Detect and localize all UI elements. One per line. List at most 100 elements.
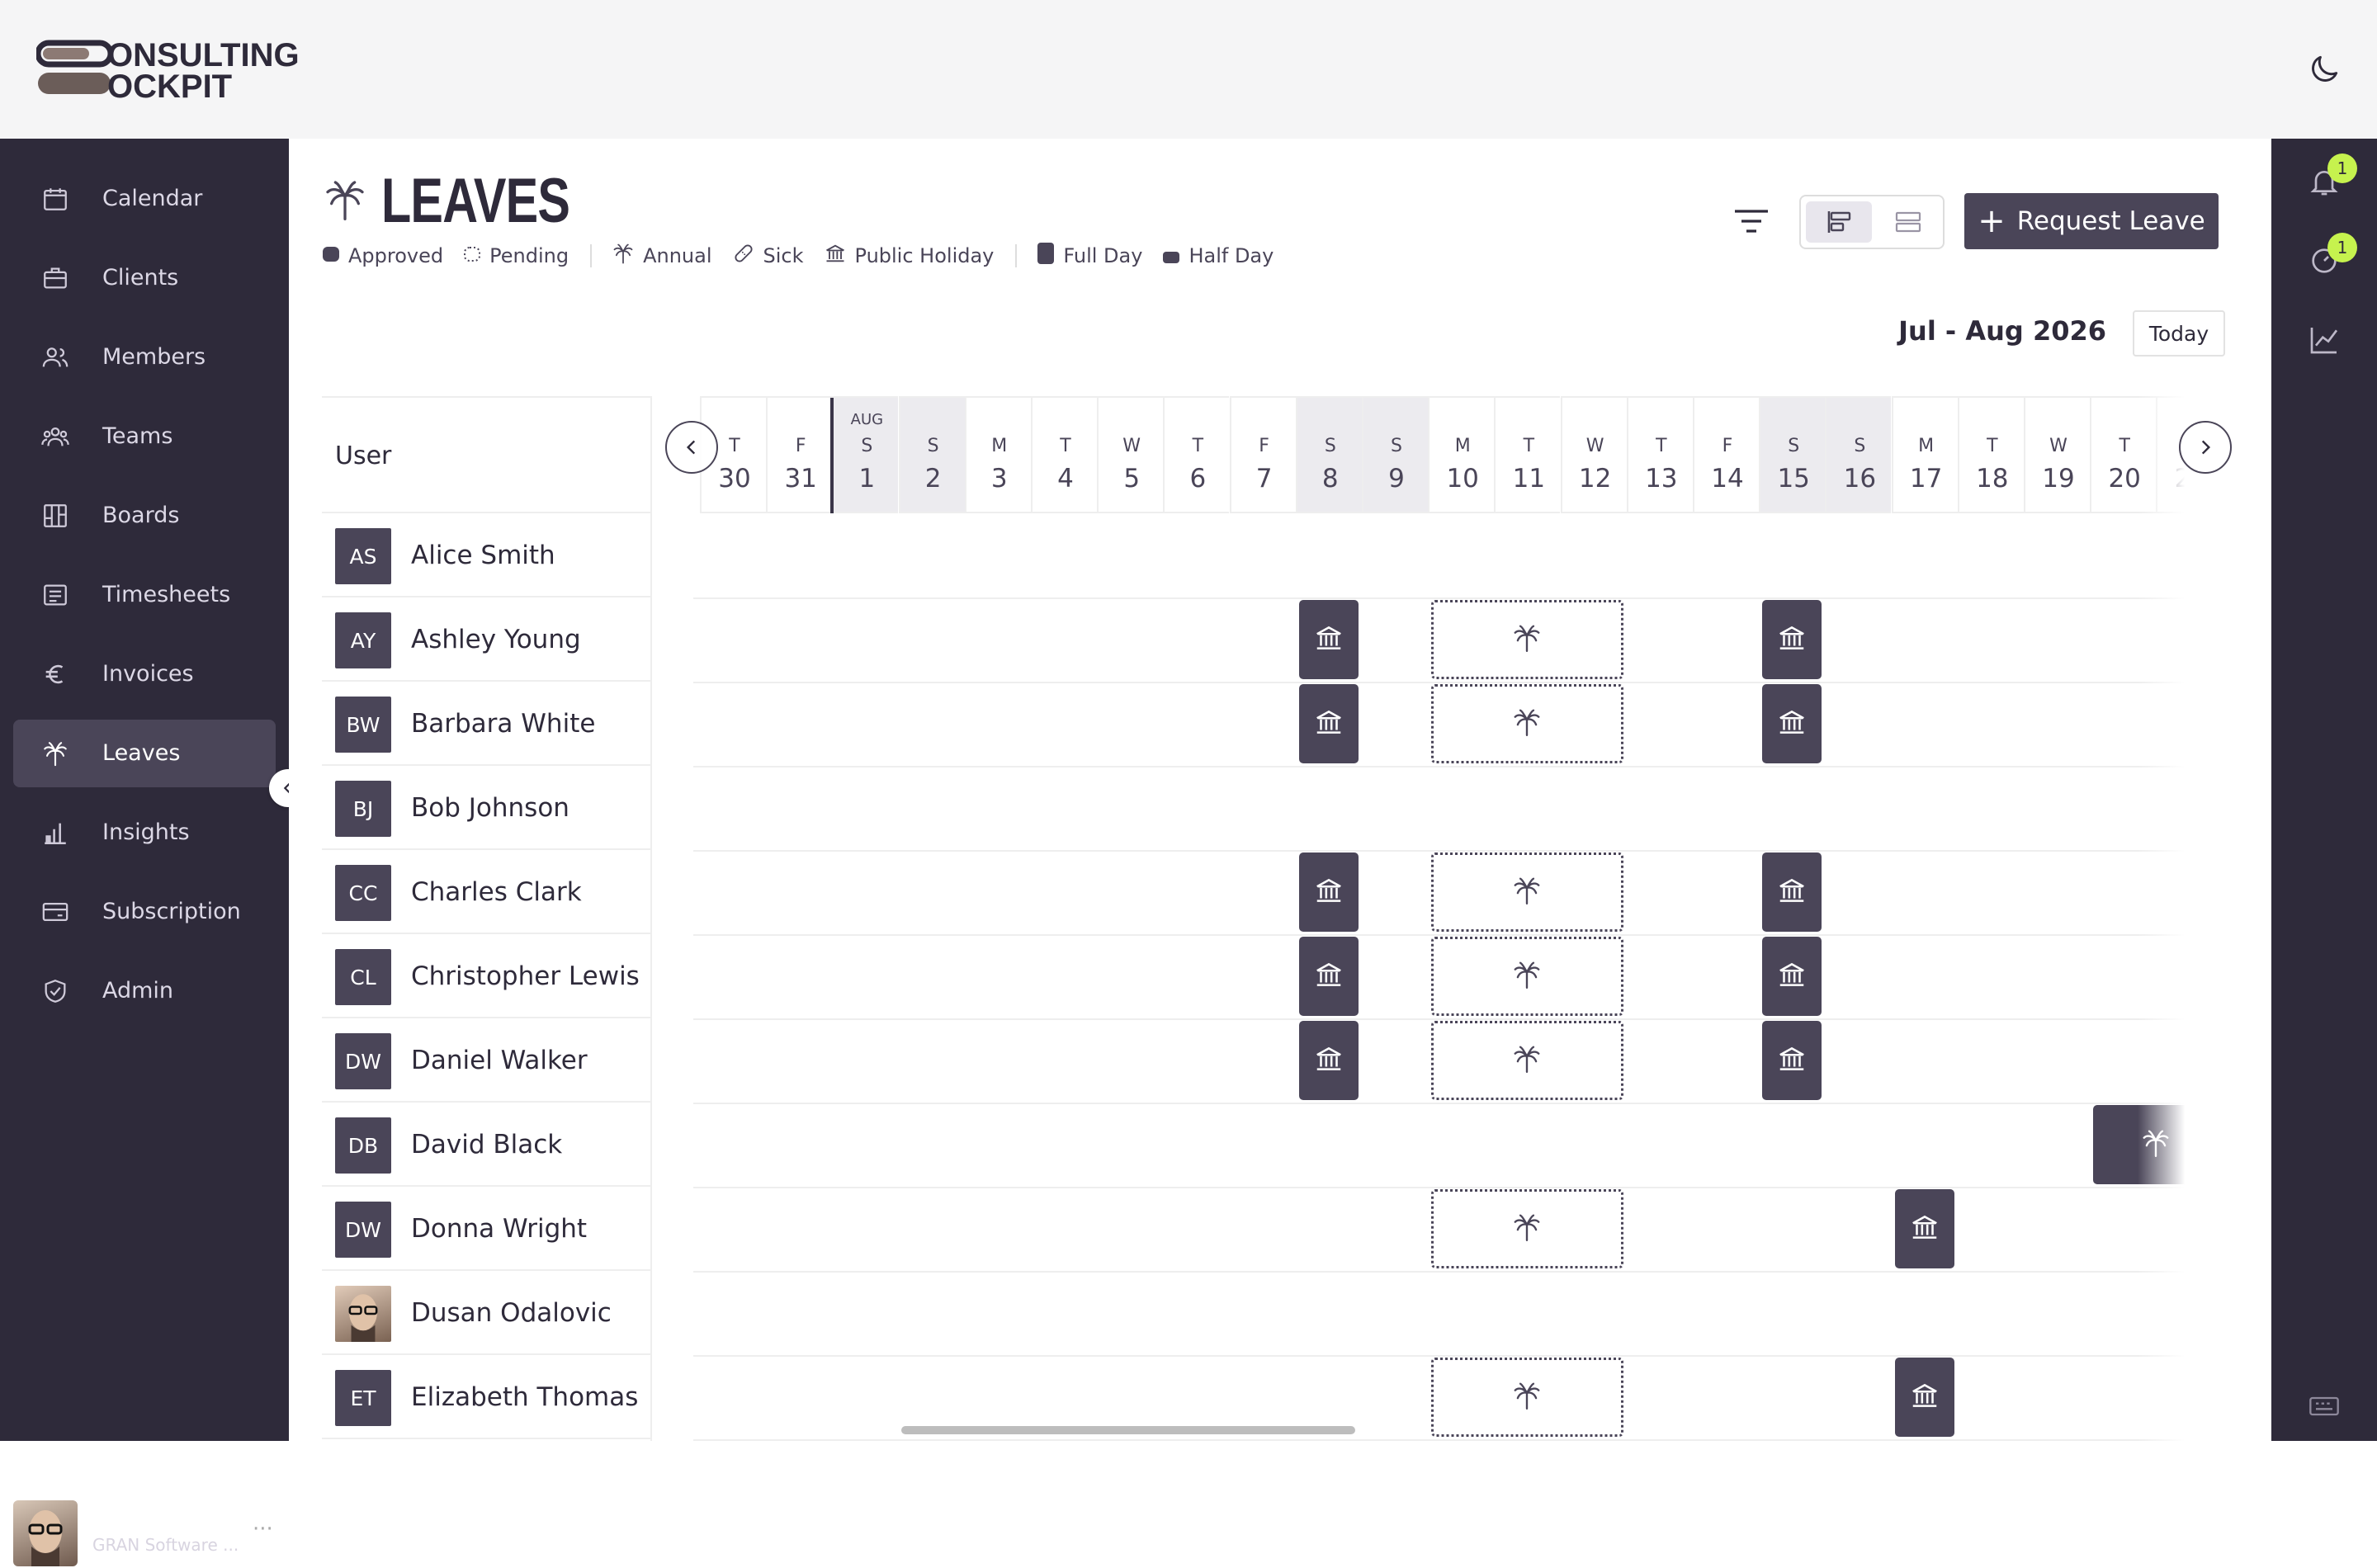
annual-leave-pending-block[interactable]	[1431, 684, 1623, 763]
list-view-button[interactable]	[1875, 201, 1941, 243]
day-number: 9	[1388, 464, 1405, 494]
day-header: T4	[1031, 396, 1097, 513]
sidebar-item-insights[interactable]: Insights	[13, 799, 276, 867]
public-holiday-approved-block[interactable]	[1298, 684, 1359, 763]
sidebar-item-clients[interactable]: Clients	[13, 244, 276, 312]
annual-leave-approved-block[interactable]	[2093, 1105, 2204, 1184]
timeline-view-button[interactable]	[1806, 201, 1872, 243]
avatar: DB	[335, 1117, 391, 1174]
user-row[interactable]: Dusan Odalovic	[322, 1271, 652, 1355]
public-holiday-approved-block[interactable]	[1762, 684, 1822, 763]
user-row[interactable]: CL Christopher Lewis	[322, 934, 652, 1018]
public-holiday-approved-block[interactable]	[1894, 1358, 1954, 1437]
legend-item-full-day: Full Day	[1037, 242, 1142, 270]
sidebar-item-boards[interactable]: Boards	[13, 482, 276, 550]
legend-label: Sick	[763, 244, 804, 267]
legend: Approved Pending Annual Sick Public Holiday F…	[322, 241, 1293, 271]
line-chart-icon	[2310, 328, 2338, 354]
user-row[interactable]: DW Daniel Walker	[322, 1018, 652, 1103]
keyboard-shortcuts-button[interactable]	[2308, 1390, 2341, 1423]
day-header: S8	[1295, 396, 1362, 513]
bank-icon	[1313, 622, 1344, 657]
sidebar-item-calendar[interactable]: Calendar	[13, 165, 276, 233]
logo[interactable]: ONSULTING OCKPIT	[35, 36, 300, 105]
day-number: 11	[1512, 464, 1546, 494]
insights-button[interactable]	[2308, 324, 2341, 357]
user-row[interactable]: BJ Bob Johnson	[322, 766, 652, 850]
palm-icon	[1511, 1380, 1543, 1415]
user-name: Daniel Walker	[411, 1046, 588, 1075]
annual-leave-pending-block[interactable]	[1431, 1021, 1623, 1100]
bank-icon	[1313, 959, 1344, 994]
public-holiday-approved-block[interactable]	[1298, 852, 1359, 932]
legend-item-approved: Approved	[322, 244, 443, 267]
bank-icon	[1909, 1211, 1940, 1246]
user-row[interactable]: AS Alice Smith	[322, 513, 652, 597]
public-holiday-approved-block[interactable]	[1298, 1021, 1359, 1100]
row-divider	[693, 766, 2204, 767]
public-holiday-approved-block[interactable]	[1894, 1189, 1954, 1268]
today-button[interactable]: Today	[2133, 310, 2225, 357]
day-header: AUG S 1	[832, 396, 899, 513]
public-holiday-approved-block[interactable]	[1762, 1021, 1822, 1100]
day-header: T 13	[1626, 396, 1693, 513]
public-holiday-approved-block[interactable]	[1762, 600, 1822, 679]
request-leave-button[interactable]: + Request Leave	[1964, 193, 2219, 249]
day-header: W5	[1097, 396, 1164, 513]
annual-leave-pending-block[interactable]	[1431, 852, 1623, 932]
view-toggle	[1799, 195, 1945, 249]
previous-range-button[interactable]	[665, 421, 718, 474]
day-header: M 17	[1891, 396, 1958, 513]
user-row[interactable]: AY Ashley Young	[322, 597, 652, 682]
next-range-button[interactable]	[2179, 421, 2232, 474]
top-bar: ONSULTING OCKPIT	[0, 0, 2377, 139]
day-of-week: S	[1324, 436, 1336, 456]
sidebar-item-members[interactable]: Members	[13, 324, 276, 391]
public-holiday-approved-block[interactable]	[1762, 937, 1822, 1016]
day-of-week: T	[1060, 436, 1071, 456]
day-of-week: T	[1523, 436, 1535, 456]
sidebar-item-admin[interactable]: Admin	[13, 957, 276, 1025]
bank-icon	[824, 242, 847, 270]
day-number: 15	[1777, 464, 1810, 494]
bar-chart-icon	[41, 819, 69, 847]
day-of-week: M	[991, 436, 1008, 456]
annual-leave-pending-block[interactable]	[1431, 1358, 1623, 1437]
sidebar-item-leaves[interactable]: Leaves	[13, 720, 276, 787]
list-view-icon	[1895, 211, 1921, 233]
user-row[interactable]: DB David Black	[322, 1103, 652, 1187]
plus-icon: +	[1978, 202, 2006, 240]
public-holiday-approved-block[interactable]	[1298, 600, 1359, 679]
day-of-week: T	[1987, 436, 1998, 456]
public-holiday-approved-block[interactable]	[1298, 937, 1359, 1016]
day-number: 4	[1057, 464, 1074, 494]
user-column-header: User	[322, 396, 652, 513]
filter-button[interactable]	[1732, 205, 1771, 238]
public-holiday-approved-block[interactable]	[1762, 852, 1822, 932]
user-row[interactable]: BW Barbara White	[322, 682, 652, 766]
page-title: LEAVES	[381, 166, 570, 236]
legend-label: Public Holiday	[854, 244, 995, 267]
user-row[interactable]: ET Elizabeth Thomas	[322, 1355, 652, 1439]
board-icon	[41, 502, 69, 530]
user-row[interactable]: CC Charles Clark	[322, 850, 652, 934]
user-name: Dusan Odalovic	[92, 1507, 235, 1528]
notifications-badge: 1	[2327, 153, 2357, 183]
horizontal-scrollbar[interactable]	[901, 1426, 1355, 1434]
user-menu-button[interactable]: ···	[253, 1517, 273, 1542]
dark-mode-toggle[interactable]	[2306, 51, 2342, 87]
day-number: 31	[784, 464, 817, 494]
sidebar-user-card[interactable]: Dusan Odalovic GRAN Software ... ···	[13, 1499, 277, 1568]
user-name: Elizabeth Thomas	[411, 1382, 639, 1412]
sidebar-item-teams[interactable]: Teams	[13, 403, 276, 470]
day-header: T 18	[1957, 396, 2024, 513]
bank-icon	[1776, 622, 1808, 657]
sidebar-item-timesheets[interactable]: Timesheets	[13, 561, 276, 629]
sidebar-item-invoices[interactable]: Invoices	[13, 640, 276, 708]
day-of-week: S	[1788, 436, 1800, 456]
sidebar-item-subscription[interactable]: Subscription	[13, 878, 276, 946]
annual-leave-pending-block[interactable]	[1431, 937, 1623, 1016]
annual-leave-pending-block[interactable]	[1431, 600, 1623, 679]
user-row[interactable]: DW Donna Wright	[322, 1187, 652, 1271]
annual-leave-pending-block[interactable]	[1431, 1189, 1623, 1268]
